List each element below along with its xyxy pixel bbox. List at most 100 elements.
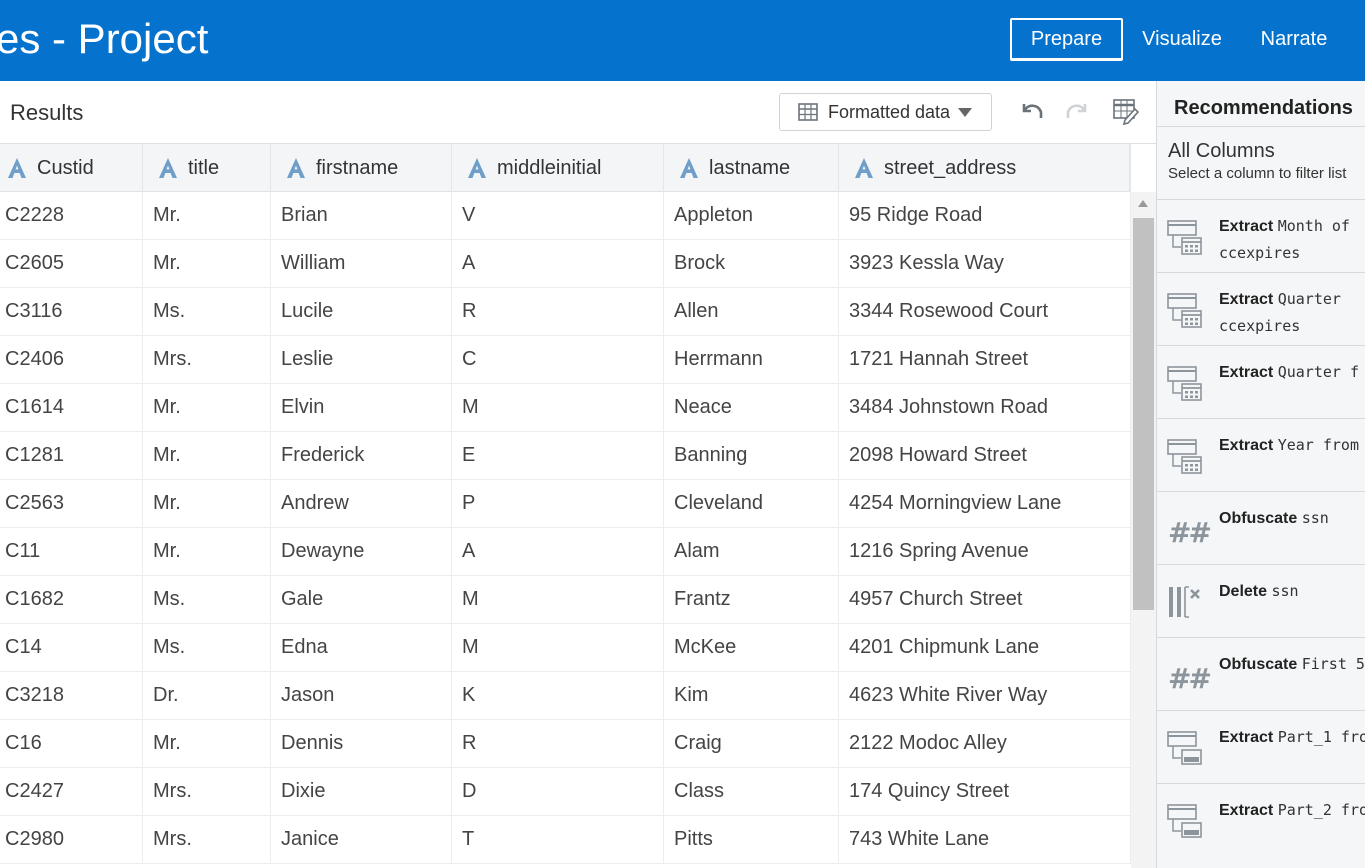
text-attribute-icon [680,158,698,178]
table-row[interactable]: C1682 Ms. Gale M Frantz 4957 Church Street [0,576,1131,624]
cell-street-address: 2098 Howard Street [839,432,1131,480]
recommendation-action: Extract [1219,291,1274,308]
cell-firstname: William [271,240,452,288]
extract-date-icon [1167,293,1202,328]
vertical-scrollbar[interactable] [1131,192,1156,868]
recommendation-item[interactable]: Extract Part_2 fro [1157,783,1365,856]
text-attribute-icon [287,158,305,178]
delete-column-icon [1169,586,1200,618]
table-row[interactable]: C2427 Mrs. Dixie D Class 174 Quincy Street [0,768,1131,816]
tab-narrate[interactable]: Narrate [1246,18,1342,61]
table-row[interactable]: C2563 Mr. Andrew P Cleveland 4254 Morningview… [0,480,1131,528]
tab-visualize[interactable]: Visualize [1130,18,1234,61]
column-header-custid[interactable]: Custid [0,144,143,192]
table-row[interactable]: C2980 Mrs. Janice T Pitts 743 White Lane [0,816,1131,864]
recommendation-item[interactable]: Delete ssn [1157,564,1365,637]
extract-part-icon [1167,804,1202,838]
tab-prepare[interactable]: Prepare [1010,18,1123,61]
table-header: Custid title firstname middleinitial lastnam… [0,144,1131,192]
recommendation-item[interactable]: Extract Year from [1157,418,1365,491]
column-header-label: title [188,156,220,179]
cell-lastname: Neace [664,384,839,432]
table-row[interactable]: C2228 Mr. Brian V Appleton 95 Ridge Road [0,192,1131,240]
recommendation-item[interactable]: Extract Part_1 fro [1157,710,1365,783]
cell-firstname: Dennis [271,720,452,768]
formatted-data-label: Formatted data [828,101,951,122]
table-grid-icon [798,103,818,121]
formatted-data-dropdown[interactable]: Formatted data [779,93,992,131]
chevron-down-icon [958,107,973,117]
cell-custid: C2406 [0,336,143,384]
cell-street-address: 174 Quincy Street [839,768,1131,816]
cell-lastname: Cleveland [664,480,839,528]
cell-street-address: 1216 Spring Avenue [839,528,1131,576]
recommendation-text: Extract Part_2 fro [1219,797,1365,824]
cell-firstname: Jason [271,672,452,720]
cell-lastname: Craig [664,720,839,768]
recommendation-item[interactable]: Extract Quarter ccexpires [1157,272,1365,345]
redo-icon[interactable] [1063,96,1093,126]
column-header-label: Custid [37,156,94,179]
cell-title: Mr. [143,480,271,528]
scroll-up-arrow-icon[interactable] [1138,200,1148,207]
cell-firstname: Dewayne [271,528,452,576]
text-attribute-icon [468,158,486,178]
cell-lastname: Alam [664,528,839,576]
extract-date-icon [1167,220,1202,255]
recommendation-text: Obfuscate ssn [1219,505,1365,532]
scroll-thumb[interactable] [1133,218,1154,610]
cell-street-address: 4623 White River Way [839,672,1131,720]
cell-middleinitial: C [452,336,664,384]
undo-icon[interactable] [1016,96,1046,126]
recommendation-target: Year from [1277,436,1359,454]
data-preview-table: Custid title firstname middleinitial lastnam… [0,144,1131,868]
table-row[interactable]: C1614 Mr. Elvin M Neace 3484 Johnstown Road [0,384,1131,432]
column-header-middleinitial[interactable]: middleinitial [452,144,664,192]
column-header-firstname[interactable]: firstname [271,144,452,192]
cell-title: Mr. [143,384,271,432]
cell-title: Ms. [143,576,271,624]
cell-middleinitial: R [452,720,664,768]
table-row[interactable]: C11 Mr. Dewayne A Alam 1216 Spring Avenue [0,528,1131,576]
hash-icon: ## [1168,662,1212,695]
table-row[interactable]: C1281 Mr. Frederick E Banning 2098 Howard Str… [0,432,1131,480]
recommendation-text: Extract Month of ccexpires [1219,213,1365,267]
cell-firstname: Gale [271,576,452,624]
cell-street-address: 4254 Morningview Lane [839,480,1131,528]
edit-table-icon[interactable] [1111,96,1141,126]
column-divider [1129,144,1131,192]
cell-custid: C1614 [0,384,143,432]
column-header-lastname[interactable]: lastname [664,144,839,192]
recommendation-action: Extract [1219,437,1274,454]
text-attribute-icon [855,158,873,178]
cell-title: Mr. [143,720,271,768]
cell-firstname: Janice [271,816,452,864]
column-header-street-address[interactable]: street_address [839,144,1131,192]
cell-lastname: Appleton [664,192,839,240]
recommendation-item[interactable]: Extract Quarter f [1157,345,1365,418]
recommendation-item[interactable]: Extract Month of ccexpires [1157,199,1365,272]
recommendation-item[interactable]: ## Obfuscate First 5 [1157,637,1365,710]
table-row[interactable]: C3116 Ms. Lucile R Allen 3344 Rosewood Court [0,288,1131,336]
column-header-title[interactable]: title [143,144,271,192]
table-row[interactable]: C14 Ms. Edna M McKee 4201 Chipmunk Lane [0,624,1131,672]
recommendation-action: Delete [1219,583,1268,600]
cell-street-address: 2122 Modoc Alley [839,720,1131,768]
cell-street-address: 4201 Chipmunk Lane [839,624,1131,672]
cell-lastname: Class [664,768,839,816]
cell-title: Ms. [143,288,271,336]
cell-street-address: 4957 Church Street [839,576,1131,624]
cell-middleinitial: A [452,528,664,576]
cell-title: Ms. [143,624,271,672]
recommendation-item[interactable]: ## Obfuscate ssn [1157,491,1365,564]
cell-lastname: Frantz [664,576,839,624]
table-row[interactable]: C16 Mr. Dennis R Craig 2122 Modoc Alley [0,720,1131,768]
cell-custid: C3218 [0,672,143,720]
cell-firstname: Elvin [271,384,452,432]
cell-lastname: Banning [664,432,839,480]
cell-custid: C2605 [0,240,143,288]
table-row[interactable]: C2605 Mr. William A Brock 3923 Kessla Way [0,240,1131,288]
column-header-label: middleinitial [497,156,602,179]
table-row[interactable]: C2406 Mrs. Leslie C Herrmann 1721 Hannah Stre… [0,336,1131,384]
table-row[interactable]: C3218 Dr. Jason K Kim 4623 White River Way [0,672,1131,720]
